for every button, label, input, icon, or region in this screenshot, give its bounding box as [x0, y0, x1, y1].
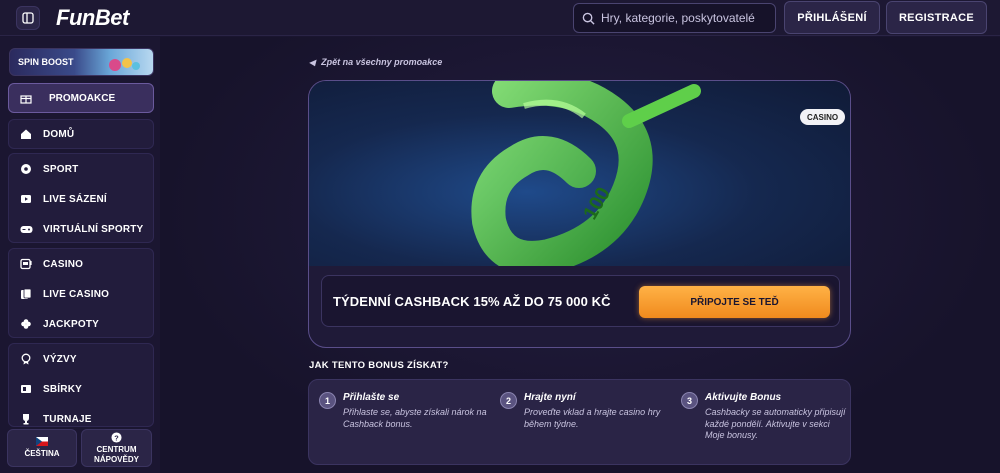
sidebar-item-sport[interactable]: SPORT: [9, 155, 155, 183]
sidebar-item-label: PROMOAKCE: [49, 92, 116, 104]
sidebar-item-label: LIVE SÁZENÍ: [43, 193, 107, 205]
sidebar-toggle-icon: [22, 12, 34, 24]
bonus-steps: 1 Přihlašte se Přihlaste se, abyste získ…: [308, 379, 851, 465]
sidebar-item-label: VÝZVY: [43, 353, 77, 365]
sidebar-item-label: DOMŮ: [43, 128, 75, 140]
step-title: Přihlašte se: [343, 392, 400, 403]
sidebar-item-promo[interactable]: PROMOAKCE: [8, 83, 154, 113]
how-to-get-bonus-title: JAK TENTO BONUS ZÍSKAT?: [309, 360, 449, 371]
play-screen-icon: [19, 192, 33, 206]
step-number: 1: [319, 392, 336, 409]
back-to-promos-link[interactable]: ◀ Zpět na všechny promoakce: [309, 57, 442, 67]
slot-machine-icon: [19, 257, 33, 271]
extras-group: VÝZVY SBÍRKY TURNAJE: [8, 343, 154, 427]
playing-cards-icon: [19, 287, 33, 301]
top-header: FunBet PŘIHLÁŠENÍ REGISTRACE: [0, 0, 1000, 36]
sport-group: SPORT LIVE SÁZENÍ VIRTUÁLNÍ SPORTY: [8, 153, 154, 243]
sidebar-item-label: JACKPOTY: [43, 318, 100, 330]
register-button[interactable]: REGISTRACE: [886, 1, 987, 34]
help-center-label: CENTRUM NÁPOVĚDY: [94, 444, 139, 464]
spin-boost-label: SPIN BOOST: [18, 57, 74, 67]
help-center-button[interactable]: ? CENTRUM NÁPOVĚDY: [81, 429, 152, 467]
back-link-label: Zpět na všechny promoakce: [321, 57, 443, 67]
casino-group: CASINO LIVE CASINO JACKPOTY: [8, 248, 154, 338]
svg-text:?: ?: [114, 433, 119, 442]
spin-boost-art-icon: [109, 58, 140, 71]
step-description: Přihlaste se, abyste získali nárok na Ca…: [343, 407, 487, 429]
clover-icon: [19, 317, 33, 331]
sidebar-item-live-betting[interactable]: LIVE SÁZENÍ: [9, 185, 155, 213]
sidebar: SPIN BOOST PROMOAKCE DOMŮ SPORT LIVE SÁZ…: [0, 37, 160, 473]
medal-icon: [19, 352, 33, 366]
sidebar-item-collections[interactable]: SBÍRKY: [9, 375, 155, 403]
join-now-button[interactable]: PŘIPOJTE SE TEĎ: [639, 286, 830, 318]
offer-box: TÝDENNÍ CASHBACK 15% AŽ DO 75 000 KČ PŘI…: [321, 275, 840, 327]
step-description: Proveďte vklad a hrajte casino hry během…: [524, 407, 661, 429]
sidebar-item-challenges[interactable]: VÝZVY: [9, 345, 155, 373]
promo-card: 100 CASINO TÝDENNÍ CASHBACK 15% AŽ DO 75…: [308, 80, 851, 348]
sidebar-item-casino[interactable]: CASINO: [9, 250, 155, 278]
album-icon: [19, 382, 33, 396]
home-group: DOMŮ: [8, 119, 154, 149]
search-box[interactable]: [573, 3, 776, 33]
sidebar-item-label: SBÍRKY: [43, 383, 82, 395]
funbet-logo[interactable]: FunBet: [56, 5, 129, 31]
sidebar-item-label: LIVE CASINO: [43, 288, 110, 300]
sidebar-toggle-button[interactable]: [16, 6, 40, 30]
help-icon: ?: [111, 431, 122, 443]
sidebar-item-jackpots[interactable]: JACKPOTY: [9, 310, 155, 338]
search-input[interactable]: [601, 11, 771, 25]
language-button[interactable]: ČEŠTINA: [7, 429, 77, 467]
language-label: ČEŠTINA: [24, 449, 60, 458]
step-title: Aktivujte Bonus: [705, 392, 782, 403]
promo-banner-image: 100 CASINO: [309, 81, 850, 275]
step-number: 2: [500, 392, 517, 409]
step-title: Hrajte nyní: [524, 392, 576, 403]
sidebar-item-home[interactable]: DOMŮ: [9, 120, 155, 148]
sidebar-item-label: SPORT: [43, 163, 79, 175]
search-icon: [582, 12, 595, 25]
sidebar-item-virtual-sports[interactable]: VIRTUÁLNÍ SPORTY: [9, 215, 155, 243]
login-button[interactable]: PŘIHLÁŠENÍ: [784, 1, 880, 34]
sidebar-item-label: CASINO: [43, 258, 84, 270]
gamepad-icon: [19, 222, 33, 236]
money-spiral-illustration: 100: [471, 81, 701, 275]
step-number: 3: [681, 392, 698, 409]
trophy-icon: [19, 412, 33, 426]
casino-tag: CASINO: [800, 109, 846, 125]
home-icon: [19, 127, 33, 141]
sidebar-item-label: VIRTUÁLNÍ SPORTY: [43, 223, 144, 235]
sidebar-item-live-casino[interactable]: LIVE CASINO: [9, 280, 155, 308]
gift-icon: [19, 91, 33, 105]
soccer-ball-icon: [19, 162, 33, 176]
chevron-left-icon: ◀: [309, 57, 316, 67]
sidebar-item-label: TURNAJE: [43, 413, 92, 425]
spin-boost-banner[interactable]: SPIN BOOST: [9, 48, 154, 76]
czech-flag-icon: [36, 437, 48, 446]
offer-title: TÝDENNÍ CASHBACK 15% AŽ DO 75 000 KČ: [333, 294, 611, 309]
step-description: Cashbacky se automaticky připisují každé…: [705, 407, 846, 440]
